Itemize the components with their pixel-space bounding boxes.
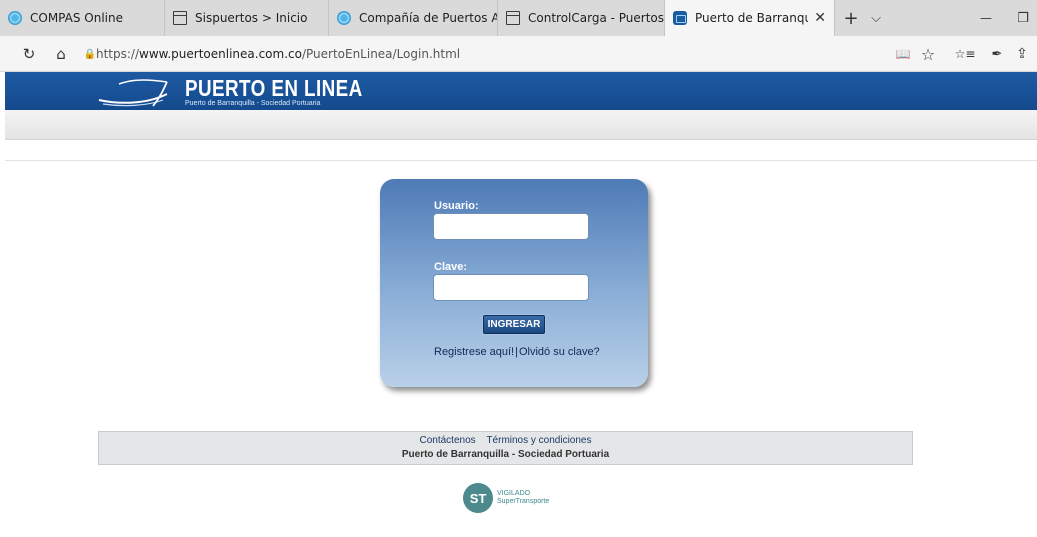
link-separator: |: [515, 346, 518, 358]
supertransporte-label: SuperTransporte: [497, 498, 550, 505]
compas-favicon-icon: [8, 11, 22, 25]
page-favicon-icon: [173, 11, 187, 25]
footer-company: Puerto de Barranquilla - Sociedad Portua…: [401, 449, 610, 460]
wave-logo-icon: [98, 79, 168, 107]
url-field[interactable]: https://www.puertoenlinea.com.co/PuertoE…: [96, 44, 460, 64]
tab-compas-online[interactable]: COMPAS Online: [0, 0, 165, 36]
favorite-star-icon[interactable]: ☆: [913, 36, 943, 72]
contact-link[interactable]: Contáctenos: [420, 435, 476, 446]
site-subtitle: Puerto de Barranquilla - Sociedad Portua…: [185, 100, 321, 107]
favorites-bar-icon[interactable]: ☆≡: [950, 36, 980, 72]
tab-puerto-barranquilla[interactable]: Puerto de Barranquilla - ✕: [665, 0, 835, 36]
page-favicon-icon: [506, 11, 520, 25]
site-title: PUERTO EN LINEA: [185, 75, 363, 101]
register-link[interactable]: Registrese aquí!: [434, 346, 514, 358]
url-path: /PuertoEnLinea/Login.html: [301, 47, 461, 61]
login-links: Registrese aquí!|Olvidó su clave?: [434, 346, 600, 358]
tab-controlcarga[interactable]: ControlCarga - Puertos [ Lo: [498, 0, 665, 36]
usuario-input[interactable]: [433, 213, 589, 240]
clave-label: Clave:: [434, 261, 468, 273]
ingresar-button[interactable]: INGRESAR: [483, 315, 545, 334]
browser-tabstrip: COMPAS Online Sispuertos > Inicio Compañ…: [0, 0, 1037, 36]
puerto-favicon-icon: [673, 11, 687, 25]
supertransporte-logo-icon: ST: [463, 483, 493, 513]
tab-label: COMPAS Online: [30, 11, 123, 25]
forgot-password-link[interactable]: Olvidó su clave?: [519, 346, 600, 358]
tab-label: Compañía de Puertos Asoci: [359, 11, 497, 25]
tab-compania-puertos[interactable]: Compañía de Puertos Asoci: [329, 0, 498, 36]
footer-links: Contáctenos Términos y condiciones: [99, 435, 912, 446]
refresh-icon[interactable]: ↻: [14, 36, 44, 72]
header-subbar: [5, 110, 1037, 140]
minimize-icon[interactable]: —: [972, 0, 1000, 36]
url-prefix: https://: [96, 47, 140, 61]
page-footer: Contáctenos Términos y condiciones Puert…: [98, 431, 913, 465]
home-icon[interactable]: ⌂: [46, 36, 76, 72]
tab-label: Puerto de Barranquilla -: [695, 11, 808, 25]
tab-list-chevron-icon[interactable]: ⌵: [864, 0, 888, 36]
divider: [5, 160, 1037, 161]
address-bar: ↻ ⌂ 🔒 https://www.puertoenlinea.com.co/P…: [0, 36, 1037, 72]
login-panel: Usuario: Clave: INGRESAR Registrese aquí…: [380, 179, 648, 387]
close-tab-icon[interactable]: ✕: [814, 10, 826, 26]
usuario-label: Usuario:: [434, 200, 479, 212]
share-icon[interactable]: ⇪: [1007, 36, 1037, 72]
tab-label: ControlCarga - Puertos [ Lo: [528, 11, 664, 25]
tab-label: Sispuertos > Inicio: [195, 11, 308, 25]
vigilado-label: VIGILADO: [497, 490, 531, 497]
tab-sispuertos[interactable]: Sispuertos > Inicio: [165, 0, 329, 36]
site-header: PUERTO EN LINEA Puerto de Barranquilla -…: [5, 72, 1037, 110]
compas-favicon-icon: [337, 11, 351, 25]
clave-input[interactable]: [433, 274, 589, 301]
url-host: www.puertoenlinea.com.co: [139, 47, 302, 61]
new-tab-icon[interactable]: +: [838, 0, 864, 36]
vigilado-badge: ST VIGILADO SuperTransporte: [463, 483, 549, 513]
terms-link[interactable]: Términos y condiciones: [486, 435, 591, 446]
restore-icon[interactable]: ❐: [1010, 0, 1036, 36]
